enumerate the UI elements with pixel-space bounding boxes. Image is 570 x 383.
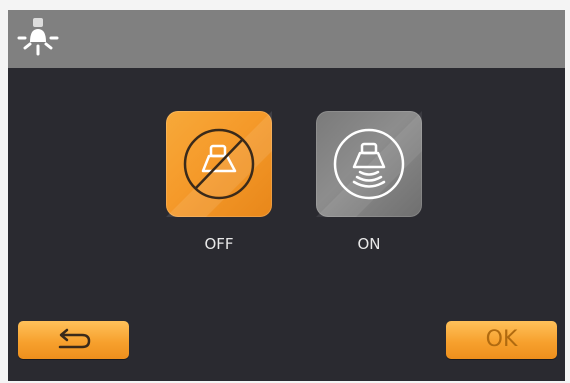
light-control-screen: OFF ON OK xyxy=(8,10,565,381)
light-bulb-icon xyxy=(17,18,59,56)
title-bar xyxy=(8,10,565,68)
light-on-button[interactable] xyxy=(316,111,422,217)
off-label: OFF xyxy=(204,235,234,253)
hood-light-on-icon xyxy=(316,111,422,217)
ok-button[interactable]: OK xyxy=(446,321,557,359)
back-button[interactable] xyxy=(18,321,129,359)
return-arrow-icon xyxy=(58,328,91,349)
ok-label: OK xyxy=(485,327,518,352)
light-off-button[interactable] xyxy=(166,111,272,217)
on-label: ON xyxy=(357,235,381,253)
hood-light-off-icon xyxy=(166,111,272,217)
